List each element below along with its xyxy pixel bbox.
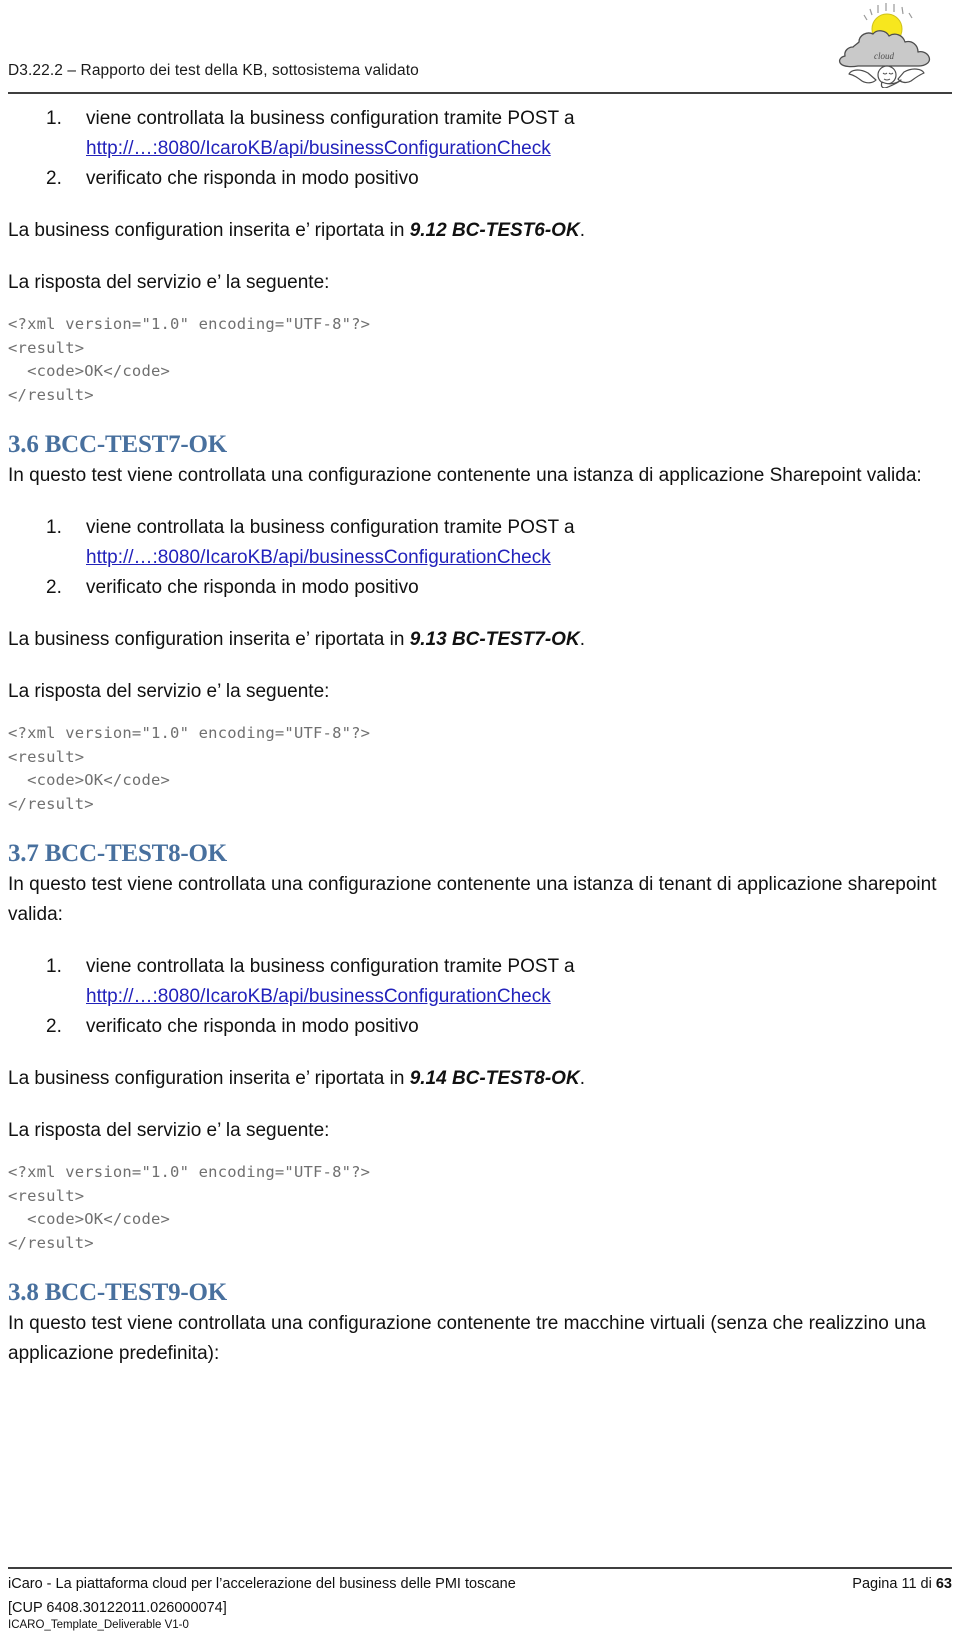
inserted-config-reference: La business configuration inserita e’ ri… [8,1064,952,1094]
page-number: Pagina 11 di 63 [852,1576,952,1592]
list-marker: 1. [46,517,62,538]
api-endpoint-link[interactable]: http://…:8080/IcaroKB/api/businessConfig… [86,543,952,573]
cloud-sun-cherub-logo: cloud [826,2,944,88]
response-intro: La risposta del servizio e’ la seguente: [8,272,330,293]
api-endpoint-link[interactable]: http://…:8080/IcaroKB/api/businessConfig… [86,982,952,1012]
logo-wordmark: cloud [874,51,894,61]
inserted-config-reference: La business configuration inserita e’ ri… [8,625,952,655]
xml-response-block: <?xml version="1.0" encoding="UTF-8"?> <… [8,315,371,404]
inserted-config-reference: La business configuration inserita e’ ri… [8,216,952,246]
step-list-3-7: 1. viene controllata la business configu… [8,952,952,1042]
section-intro-3-7: In questo test viene controllata una con… [8,874,937,925]
footer-divider [8,1567,952,1569]
list-item-text: viene controllata la business configurat… [86,956,575,977]
list-marker: 1. [46,956,62,977]
inserted-reference: 9.12 BC-TEST6-OK [409,220,580,241]
list-item-text: verificato che risponda in modo positivo [86,168,419,189]
step-list-3-6: 1. viene controllata la business configu… [8,513,952,603]
list-marker: 2. [46,1016,62,1037]
inserted-prefix: La business configuration inserita e’ ri… [8,629,410,650]
section-intro-3-6: In questo test viene controllata una con… [8,465,922,486]
inserted-prefix: La business configuration inserita e’ ri… [8,220,410,241]
list-marker: 2. [46,168,62,189]
xml-response-block: <?xml version="1.0" encoding="UTF-8"?> <… [8,724,371,813]
section-heading-3-6: 3.6 BCC-TEST7-OK [8,431,228,458]
list-item: 1. viene controllata la business configu… [8,513,952,573]
list-item: 1. viene controllata la business configu… [8,104,952,164]
list-item: 2. verificato che risponda in modo posit… [8,573,952,603]
page-number-total: 63 [935,1576,952,1592]
section-heading-3-7: 3.7 BCC-TEST8-OK [8,840,228,867]
list-item-text: viene controllata la business configurat… [86,108,575,129]
list-item-text: verificato che risponda in modo positivo [86,577,419,598]
footer-template-id: ICARO_Template_Deliverable V1-0 [8,1619,189,1631]
list-item-text: viene controllata la business configurat… [86,517,575,538]
list-marker: 2. [46,577,62,598]
list-item: 2. verificato che risponda in modo posit… [8,164,952,194]
footer-cup-code: [CUP 6408.30122011.026000074] [8,1600,227,1616]
response-intro: La risposta del servizio e’ la seguente: [8,1120,330,1141]
document-content: 1. viene controllata la business configu… [8,104,952,1369]
document-page: D3.22.2 – Rapporto dei test della KB, so… [0,0,960,1641]
header-title: D3.22.2 – Rapporto dei test della KB, so… [8,62,419,79]
response-intro: La risposta del servizio e’ la seguente: [8,681,330,702]
section-heading-3-8: 3.8 BCC-TEST9-OK [8,1279,228,1306]
list-item: 1. viene controllata la business configu… [8,952,952,1012]
inserted-suffix: . [579,1068,585,1089]
inserted-reference: 9.14 BC-TEST8-OK [409,1068,580,1089]
section-intro-3-8: In questo test viene controllata una con… [8,1313,926,1364]
footer-tagline: iCaro - La piattaforma cloud per l’accel… [8,1576,516,1592]
page-number-prefix: Pagina 11 di [852,1576,936,1592]
api-endpoint-link[interactable]: http://…:8080/IcaroKB/api/businessConfig… [86,134,952,164]
list-item: 2. verificato che risponda in modo posit… [8,1012,952,1042]
list-marker: 1. [46,108,62,129]
page-footer: iCaro - La piattaforma cloud per l’accel… [8,1567,952,1631]
inserted-suffix: . [579,629,585,650]
xml-response-block: <?xml version="1.0" encoding="UTF-8"?> <… [8,1163,371,1252]
inserted-prefix: La business configuration inserita e’ ri… [8,1068,410,1089]
inserted-suffix: . [579,220,585,241]
page-header: D3.22.2 – Rapporto dei test della KB, so… [0,0,960,96]
list-item-text: verificato che risponda in modo positivo [86,1016,419,1037]
inserted-reference: 9.13 BC-TEST7-OK [409,629,580,650]
header-divider [8,92,952,94]
step-list-top: 1. viene controllata la business configu… [8,104,952,194]
